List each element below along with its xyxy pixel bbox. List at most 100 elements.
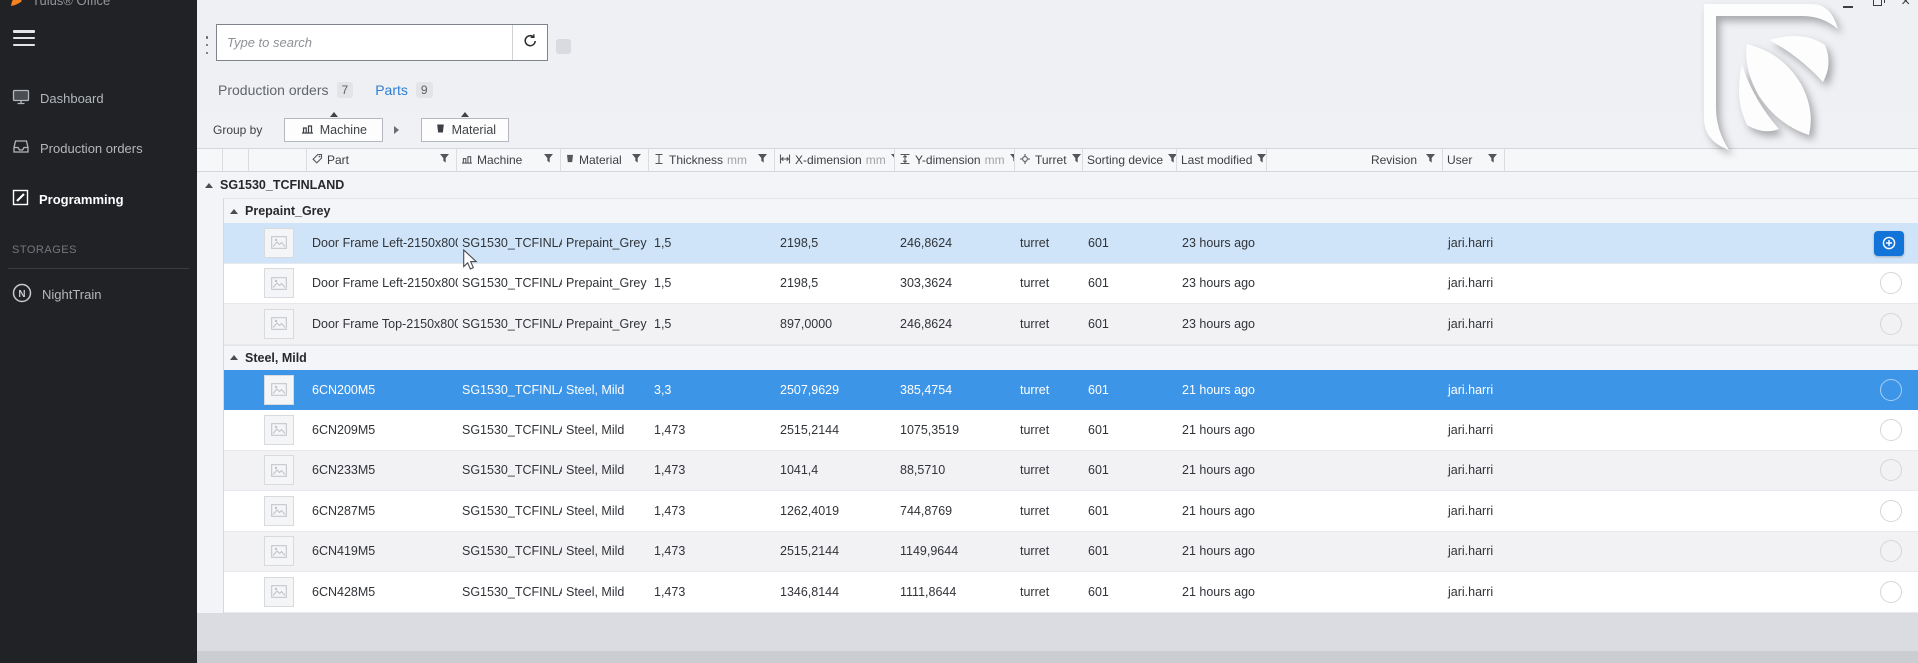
filter-icon[interactable] — [757, 153, 768, 167]
column-header-part[interactable]: Part — [307, 149, 457, 171]
filter-icon[interactable] — [543, 153, 554, 167]
row-filler-cell — [1506, 572, 1918, 612]
minimize-icon[interactable] — [1843, 6, 1853, 8]
cell-thickness: 1,473 — [654, 503, 686, 518]
cell-turret: turret — [1020, 422, 1050, 437]
table-row[interactable]: Door Frame Top-2150x800 SG1530_TCFINLAND… — [224, 304, 1918, 345]
cell-part: 6CN233M5 — [312, 463, 376, 478]
cell-turret: turret — [1020, 235, 1050, 250]
row-select-cell — [224, 304, 250, 344]
filter-icon[interactable] — [631, 153, 642, 167]
cell-user: jari.harri — [1448, 503, 1494, 518]
cell-material: Steel, Mild — [566, 503, 625, 518]
cell-part: 6CN287M5 — [312, 503, 376, 518]
drag-handle-icon[interactable] — [203, 36, 211, 54]
tab-count-badge: 7 — [336, 82, 354, 98]
column-header-user[interactable]: User — [1443, 149, 1505, 171]
cell-material: Steel, Mild — [566, 544, 625, 559]
cell-material: Steel, Mild — [566, 382, 625, 397]
table-row[interactable]: Door Frame Left-2150x800x50 SG1530_TCFIN… — [224, 263, 1918, 304]
cell-part: 6CN209M5 — [312, 422, 376, 437]
group-chip-material[interactable]: Material — [421, 112, 510, 142]
restore-icon[interactable] — [1873, 0, 1885, 6]
cell-machine: SG1530_TCFINLAND — [462, 422, 562, 437]
filter-icon[interactable] — [1256, 153, 1266, 167]
tab-production-orders[interactable]: Production orders 7 — [218, 82, 354, 98]
tulus-logo-icon — [9, 0, 27, 14]
row-action-circle[interactable] — [1880, 580, 1902, 603]
sidebar-item-production-orders[interactable]: Production orders — [0, 133, 197, 163]
material-group-header[interactable]: Prepaint_Grey — [224, 198, 1918, 223]
parts-table: Part Machine Material Thickness mm X-dim… — [197, 148, 1918, 614]
part-thumbnail-cell — [250, 572, 308, 612]
image-placeholder-icon — [264, 268, 294, 299]
sidebar-item-nighttrain[interactable]: N NightTrain — [0, 279, 197, 309]
sidebar-item-programming[interactable]: Programming — [0, 184, 197, 214]
bottom-strip — [197, 612, 1918, 663]
column-header-x-dimension[interactable]: X-dimension mm — [775, 149, 895, 171]
refresh-button[interactable] — [512, 25, 547, 60]
row-select-cell — [224, 491, 250, 531]
add-button[interactable] — [1874, 230, 1904, 256]
table-row[interactable]: 6CN419M5 SG1530_TCFINLAND Steel, Mild 1,… — [224, 531, 1918, 572]
material-group-header[interactable]: Steel, Mild — [224, 344, 1918, 370]
cell-y-dimension: 385,4754 — [900, 382, 953, 397]
row-action-circle[interactable] — [1880, 312, 1902, 335]
column-header-sorting-device[interactable]: Sorting device — [1083, 149, 1177, 171]
sidebar-item-dashboard[interactable]: Dashboard — [0, 83, 197, 113]
row-action-circle[interactable] — [1880, 272, 1902, 295]
cell-machine: SG1530_TCFINLAND — [462, 235, 562, 250]
table-row[interactable]: Door Frame Left-2150x800 SG1530_TCFINLAN… — [224, 223, 1918, 264]
table-row[interactable]: 6CN209M5 SG1530_TCFINLAND Steel, Mild 1,… — [224, 410, 1918, 451]
cell-x-dimension: 2198,5 — [780, 276, 819, 291]
part-thumbnail-cell — [250, 532, 308, 572]
row-action-circle[interactable] — [1880, 378, 1902, 401]
rows-host: Door Frame Left-2150x800 SG1530_TCFINLAN… — [224, 223, 1918, 345]
row-select-cell — [224, 451, 250, 491]
cell-last-modified: 21 hours ago — [1182, 422, 1255, 437]
column-header-y-dimension[interactable]: Y-dimension mm — [895, 149, 1015, 171]
cell-turret: turret — [1020, 382, 1050, 397]
column-header-last-modified[interactable]: Last modified — [1177, 149, 1267, 171]
table-row[interactable]: 6CN287M5 SG1530_TCFINLAND Steel, Mild 1,… — [224, 491, 1918, 532]
part-thumbnail-cell — [250, 304, 308, 344]
filter-icon[interactable] — [1167, 153, 1176, 167]
column-header-turret[interactable]: Turret — [1015, 149, 1083, 171]
machine-group-header[interactable]: SG1530_TCFINLAND — [197, 172, 1918, 198]
filter-icon[interactable] — [439, 153, 450, 167]
part-thumbnail-cell — [250, 370, 308, 411]
tab-parts[interactable]: Parts 9 — [375, 82, 433, 98]
cell-machine: SG1530_TCFINLAND — [462, 316, 562, 331]
tab-label: Production orders — [218, 82, 329, 98]
cell-machine: SG1530_TCFINLAND — [462, 463, 562, 478]
row-action-circle[interactable] — [1880, 499, 1902, 522]
cell-last-modified: 21 hours ago — [1182, 503, 1255, 518]
filter-icon[interactable] — [1071, 153, 1082, 167]
filter-icon[interactable] — [1425, 153, 1436, 167]
cell-revision — [1268, 491, 1444, 531]
cell-sorting-device: 601 — [1088, 503, 1109, 518]
group-by-label: Group by — [213, 123, 263, 137]
filter-icon[interactable] — [1487, 153, 1498, 167]
cell-turret: turret — [1020, 544, 1050, 559]
cell-sorting-device: 601 — [1088, 382, 1109, 397]
column-header-thickness[interactable]: Thickness mm — [649, 149, 775, 171]
row-action-circle[interactable] — [1880, 459, 1902, 482]
column-header-material[interactable]: Material — [561, 149, 649, 171]
cell-turret: turret — [1020, 584, 1050, 599]
row-action-circle[interactable] — [1880, 418, 1902, 441]
cell-last-modified: 21 hours ago — [1182, 463, 1255, 478]
row-action-circle[interactable] — [1880, 540, 1902, 563]
table-row[interactable]: 6CN200M5 SG1530_TCFINLAND Steel, Mild 3,… — [224, 369, 1918, 411]
close-icon[interactable]: × — [1901, 0, 1910, 11]
group-chip-machine[interactable]: Machine — [284, 112, 384, 142]
table-row[interactable]: 6CN233M5 SG1530_TCFINLAND Steel, Mild 1,… — [224, 450, 1918, 491]
column-header-revision[interactable]: Revision — [1267, 149, 1443, 171]
column-header-machine[interactable]: Machine — [457, 149, 561, 171]
cell-material: Prepaint_Grey — [566, 276, 647, 291]
search-input[interactable] — [217, 25, 512, 60]
table-row[interactable]: 6CN428M5 SG1530_TCFINLAND Steel, Mild 1,… — [224, 572, 1918, 613]
cell-last-modified: 23 hours ago — [1182, 235, 1255, 250]
row-filler-cell — [1506, 223, 1918, 263]
hamburger-menu-icon[interactable] — [13, 30, 35, 46]
